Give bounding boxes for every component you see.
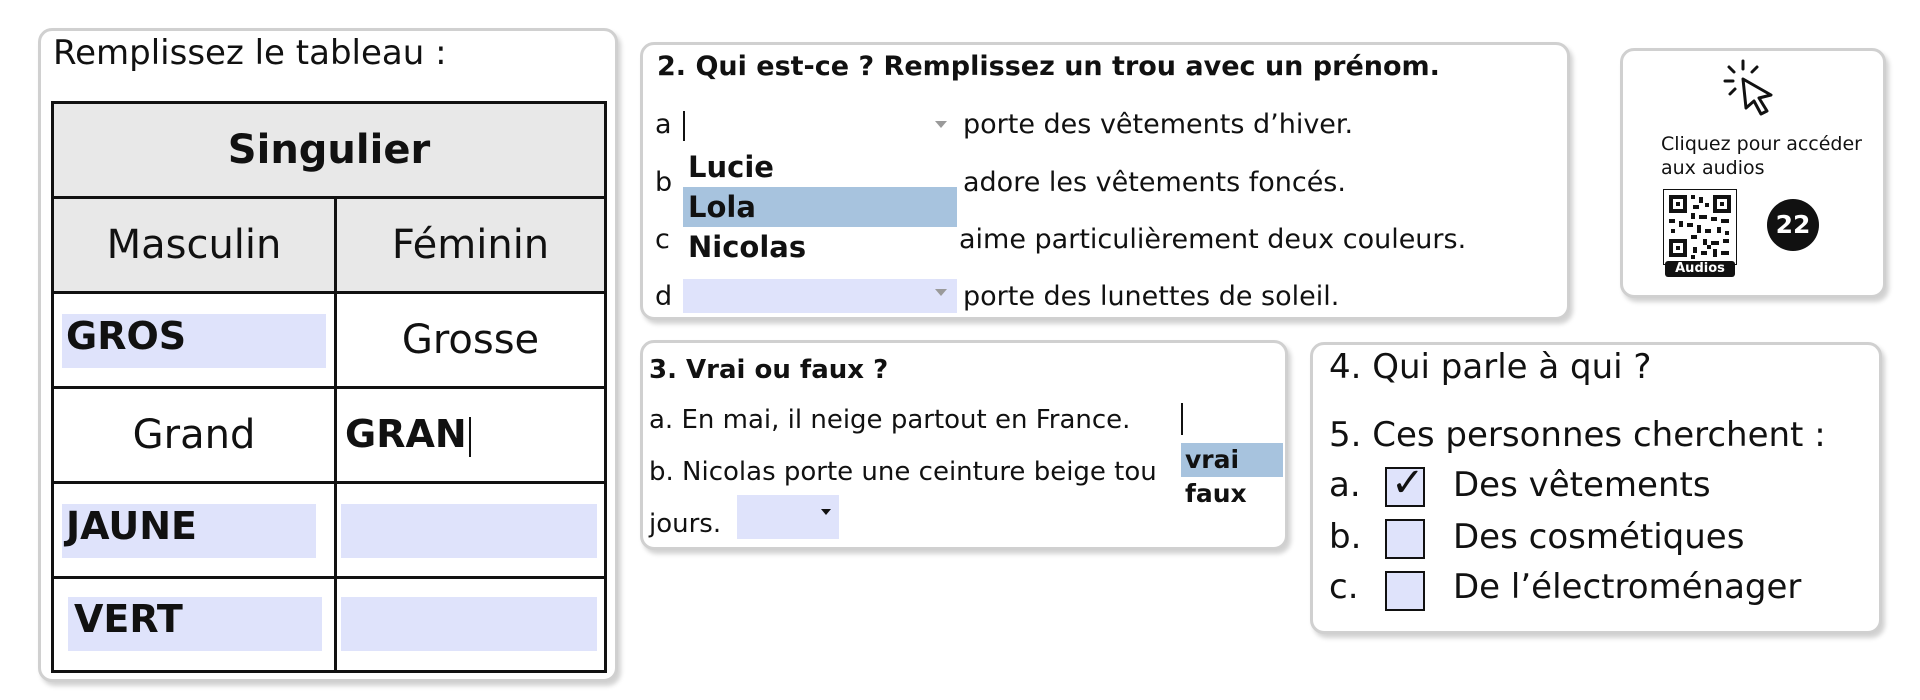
masculin-input-gros[interactable]: GROS [62,314,326,368]
question-5-title: 5. Ces personnes cherchent : [1329,415,1826,455]
table-panel: Remplissez le tableau : Singulier Mascul… [38,28,618,682]
item-c-text: aime particulièrement deux couleurs. [959,224,1467,255]
item-d-letter: d [655,281,673,312]
choice-b-label: Des cosmétiques [1453,517,1745,557]
option-vrai[interactable]: vrai [1181,443,1283,477]
chevron-down-icon [821,509,831,515]
feminin-input-vert[interactable] [341,597,597,651]
choice-c-letter: c. [1329,567,1359,607]
qr-code[interactable]: Audios [1662,188,1738,277]
option-nicolas[interactable]: Nicolas [683,227,957,267]
feminin-input-gran[interactable]: GRAN [345,407,471,461]
column-header-masculin: Masculin [54,199,337,294]
question-3-panel: 3. Vrai ou faux ? a. En mai, il neige pa… [640,340,1288,550]
table-row: GRAN [337,389,604,484]
option-lucie[interactable]: Lucie [683,147,957,187]
audio-instruction-line2: aux audios [1661,157,1765,179]
checkbox-electromenager[interactable] [1385,571,1425,611]
dropdown-a[interactable] [683,107,957,147]
text-cursor [683,111,685,141]
masculin-input-vert[interactable]: VERT [68,597,322,651]
question-4-title: 4. Qui parle à qui ? [1329,347,1652,387]
audio-instruction-line1: Cliquez pour accéder [1661,133,1862,155]
name-dropdown-list: Lucie Lola Nicolas [683,147,957,267]
choice-a-label: Des vêtements [1453,465,1711,505]
chevron-down-icon [935,289,947,296]
dropdown-d[interactable] [683,279,957,313]
table-instructions: Remplissez le tableau : [53,33,447,73]
choice-c-label: De l’électroménager [1453,567,1802,607]
option-lola[interactable]: Lola [683,187,957,227]
item-b-letter: b [655,167,673,198]
check-icon: ✓ [1391,460,1425,506]
table-row: JAUNE [54,484,337,579]
table-header-singulier: Singulier [54,104,604,199]
true-false-dropdown[interactable] [737,495,839,539]
masculin-input-jaune[interactable]: JAUNE [62,504,316,558]
item-a-letter: a [655,109,672,140]
qr-caption: Audios [1665,261,1735,277]
question-2-title: 2. Qui est-ce ? Remplissez un trou avec … [657,51,1440,82]
feminin-cell-grosse: Grosse [337,294,604,389]
checkbox-vetements[interactable]: ✓ [1385,461,1425,507]
table-row: GROS [54,294,337,389]
option-faux[interactable]: faux [1181,477,1283,511]
choice-a-letter: a. [1329,465,1361,505]
text-cursor [468,416,471,457]
table-row [337,484,604,579]
click-pointer-icon [1723,59,1773,116]
chevron-down-icon [935,121,947,128]
statement-a: a. En mai, il neige partout en France. [649,405,1131,435]
item-a-text: porte des vêtements d’hiver. [963,109,1354,140]
qr-code-icon [1662,188,1738,266]
typed-text: GRAN [345,412,467,456]
text-cursor [1181,403,1183,435]
question-3-title: 3. Vrai ou faux ? [649,355,889,385]
choice-b-letter: b. [1329,517,1362,557]
question-4-5-panel: 4. Qui parle à qui ? 5. Ces personnes ch… [1310,342,1882,634]
item-c-letter: c [655,224,670,255]
item-d-text: porte des lunettes de soleil. [963,281,1340,312]
item-b-text: adore les vêtements foncés. [963,167,1346,198]
table-row [337,579,604,670]
grammar-table: Singulier Masculin Féminin GROS Grosse G… [51,101,607,673]
column-header-feminin: Féminin [337,199,604,294]
statement-b: b. Nicolas porte une ceinture beige tou [649,457,1157,487]
masculin-cell-grand: Grand [54,389,337,484]
question-2-panel: 2. Qui est-ce ? Remplissez un trou avec … [640,42,1570,320]
statement-b-continued: jours. [649,509,722,539]
checkbox-cosmetiques[interactable] [1385,519,1425,559]
feminin-input-jaune[interactable] [341,504,597,558]
page-number-badge: 22 [1767,199,1819,251]
table-row: VERT [54,579,337,670]
true-false-options-list: vrai faux [1181,443,1283,511]
audio-panel[interactable]: Cliquez pour accéder aux audios Audios 2… [1620,48,1886,298]
